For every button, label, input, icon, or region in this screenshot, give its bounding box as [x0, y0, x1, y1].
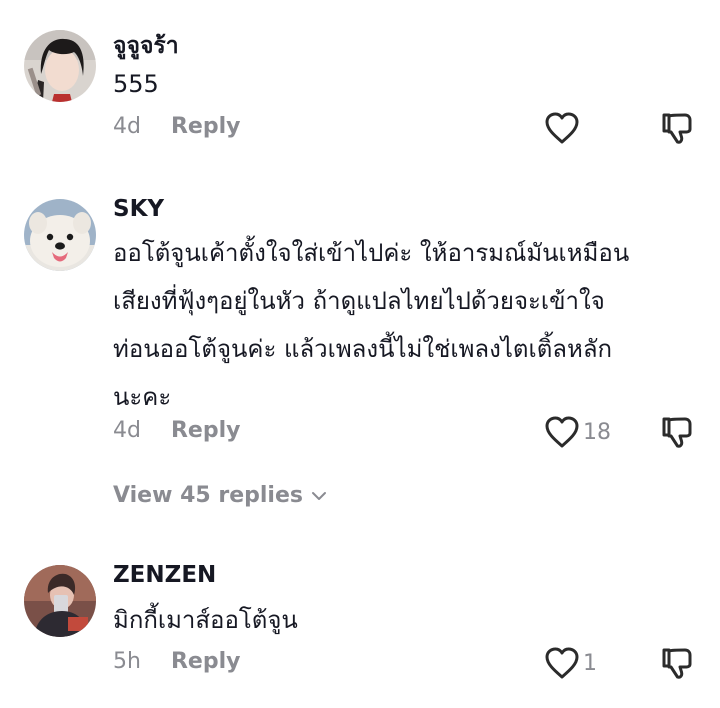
- comment-text: 555: [113, 70, 159, 98]
- comment-text-line: เสียงที่ฟุ้งๆอยู่ในหัว ถ้าดูแปลไทยไปด้วย…: [113, 287, 605, 315]
- dislike-button[interactable]: [660, 645, 696, 685]
- like-count: 18: [583, 419, 611, 445]
- like-button[interactable]: 18: [543, 414, 611, 450]
- thumbs-down-outline-icon: [662, 417, 692, 448]
- dislike-button[interactable]: [660, 110, 696, 150]
- comment-username[interactable]: จูจูจร้า: [113, 28, 179, 64]
- comment-text: มิกกี้เมาส์ออโต้จูน: [113, 606, 298, 634]
- like-button[interactable]: 1: [543, 645, 597, 681]
- heart-outline-icon: [545, 647, 579, 679]
- thumbs-down-outline-icon: [662, 113, 692, 144]
- like-button[interactable]: [543, 110, 583, 146]
- dislike-button[interactable]: [660, 414, 696, 454]
- comment-text: ออโต้จูนเค้าตั้งใจใส่เข้าไปค่ะ ให้อารมณ์…: [113, 229, 703, 421]
- avatar[interactable]: [24, 199, 96, 271]
- avatar[interactable]: [24, 565, 96, 637]
- comment-meta: 4d Reply: [113, 114, 240, 139]
- heart-outline-icon: [545, 112, 579, 144]
- comment-username[interactable]: SKY: [113, 196, 164, 222]
- reply-button[interactable]: Reply: [171, 114, 241, 139]
- thumbs-down-outline-icon: [662, 648, 692, 679]
- comment-text-line: ออโต้จูนเค้าตั้งใจใส่เข้าไปค่ะ ให้อารมณ์…: [113, 239, 630, 267]
- view-replies-button[interactable]: View 45 replies: [113, 483, 327, 508]
- avatar[interactable]: [24, 30, 96, 102]
- heart-outline-icon: [545, 416, 579, 448]
- comment-text-line: นะคะ: [113, 383, 172, 411]
- like-count: 1: [583, 650, 597, 676]
- view-replies-label: View 45 replies: [113, 483, 303, 508]
- comment-meta: 5h Reply: [113, 649, 240, 674]
- comment-age: 4d: [113, 114, 141, 139]
- reply-button[interactable]: Reply: [171, 418, 241, 443]
- comment-age: 4d: [113, 418, 141, 443]
- chevron-down-icon: [311, 491, 326, 500]
- comment-username[interactable]: ZENZEN: [113, 562, 216, 588]
- comment-meta: 4d Reply: [113, 418, 240, 443]
- comment-text-line: ท่อนออโต้จูนค่ะ แล้วเพลงนี้ไม่ใช่เพลงไตเ…: [113, 335, 613, 363]
- reply-button[interactable]: Reply: [171, 649, 241, 674]
- comment-age: 5h: [113, 649, 141, 674]
